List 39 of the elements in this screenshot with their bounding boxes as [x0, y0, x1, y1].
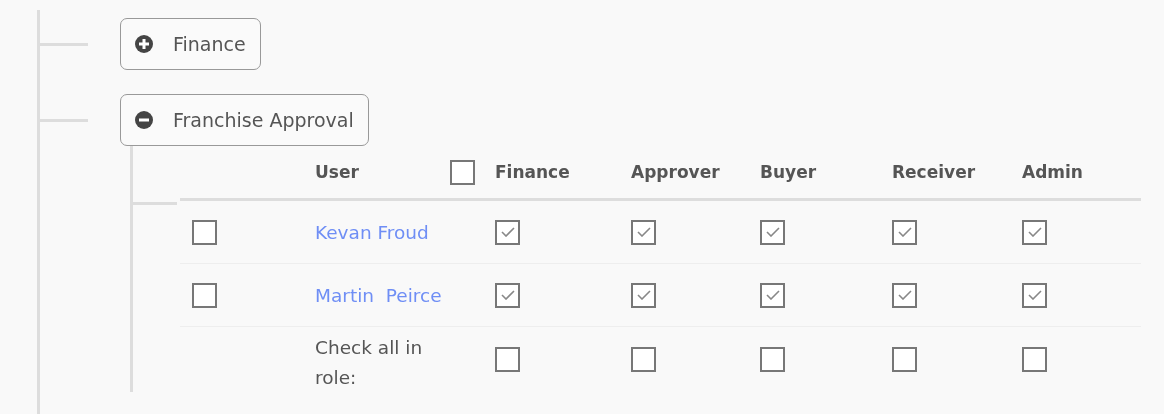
column-header: Admin — [1022, 162, 1083, 182]
checkbox[interactable] — [892, 282, 917, 308]
column-header: Finance — [495, 162, 570, 182]
column-header: Receiver — [892, 162, 976, 182]
checkmark-icon — [1027, 227, 1042, 237]
checkbox[interactable] — [192, 282, 217, 308]
checkbox[interactable] — [450, 159, 475, 185]
checkmark-icon — [500, 290, 515, 300]
checkbox[interactable] — [760, 282, 785, 308]
checkmark-icon — [636, 227, 651, 237]
checkbox[interactable] — [1022, 282, 1047, 308]
plus-circle-icon — [135, 35, 153, 53]
checkmark-icon — [636, 290, 651, 300]
checkmark-icon — [897, 290, 912, 300]
group-node[interactable]: Franchise Approval — [120, 94, 369, 146]
checkbox[interactable] — [495, 282, 520, 308]
checkmark-icon — [897, 227, 912, 237]
checkbox[interactable] — [1022, 347, 1047, 373]
group-node[interactable]: Finance — [120, 18, 261, 70]
check-all-label: Check all in role: — [315, 336, 424, 390]
checkbox[interactable] — [495, 219, 520, 245]
checkmark-icon — [1027, 290, 1042, 300]
checkbox[interactable] — [892, 347, 917, 373]
checkbox[interactable] — [192, 219, 217, 245]
column-header: Buyer — [760, 162, 817, 182]
checkmark-icon — [500, 227, 515, 237]
checkbox[interactable] — [631, 219, 656, 245]
checkmark-icon — [765, 290, 780, 300]
checkbox[interactable] — [760, 219, 785, 245]
checkbox[interactable] — [1022, 219, 1047, 245]
column-header: Approver — [631, 162, 720, 182]
checkbox[interactable] — [631, 282, 656, 308]
column-header: User — [315, 162, 359, 182]
checkbox[interactable] — [892, 219, 917, 245]
checkbox[interactable] — [760, 347, 785, 373]
checkmark-icon — [765, 227, 780, 237]
minus-circle-icon — [135, 111, 153, 129]
checkbox[interactable] — [631, 347, 656, 373]
checkbox[interactable] — [495, 347, 520, 373]
